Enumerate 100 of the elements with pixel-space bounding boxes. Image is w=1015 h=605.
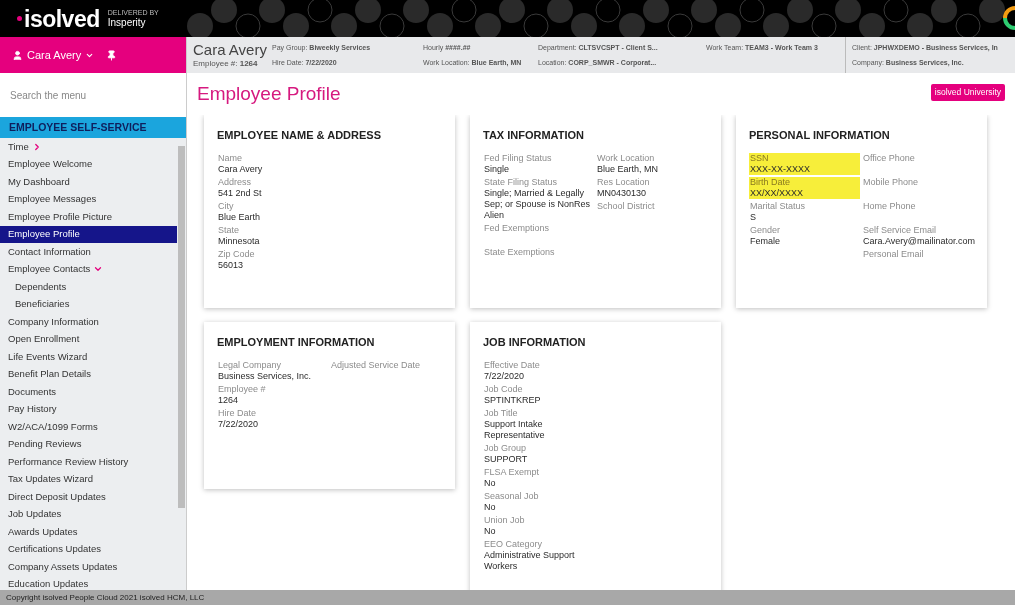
field-value: Blue Earth: [218, 212, 262, 223]
menu-item[interactable]: Certifications Updates: [0, 540, 177, 558]
menu-item[interactable]: Employee Profile: [0, 225, 177, 243]
field-label: Adjusted Service Date: [331, 360, 422, 371]
field-label: Mobile Phone: [863, 177, 920, 188]
field-label: Work Location: [597, 153, 656, 164]
field-value: Administrative Support Workers: [484, 550, 576, 572]
field-label: Union Job: [484, 515, 526, 526]
field-value: 1264: [218, 395, 240, 406]
card-title: EMPLOYMENT INFORMATION: [217, 335, 376, 349]
menu-item[interactable]: Pay History: [0, 400, 177, 418]
field-value: No: [484, 526, 497, 537]
field-value: Single; Married & Legally Sep; or Spouse is NonRes Alien: [484, 188, 592, 221]
logo: isolved: [24, 5, 100, 32]
field-value: Cara.Avery@mailinator.com: [863, 236, 976, 247]
field-value: 56013: [218, 260, 245, 271]
field-value: 7/22/2020: [484, 371, 526, 382]
field-label: Hire Date: [218, 408, 257, 419]
menu-item[interactable]: Employee Profile Picture: [0, 208, 177, 226]
field-value: Business Services, Inc.: [218, 371, 313, 382]
menu-item[interactable]: Employee Welcome: [0, 155, 177, 173]
field-value: Cara Avery: [218, 164, 264, 175]
field-label: Marital Status: [750, 201, 807, 212]
field-label: Office Phone: [863, 153, 916, 164]
field-label: Fed Exemptions: [484, 223, 551, 234]
field-value: XX/XX/XXXX: [750, 188, 805, 199]
field-label: Address: [218, 177, 253, 188]
card-title: EMPLOYEE NAME & ADDRESS: [217, 128, 382, 142]
field-label: Seasonal Job: [484, 491, 540, 502]
copyright-text: Copyright isolved People Cloud 2021 isolved HCM, LLC: [6, 591, 205, 604]
search-field[interactable]: Search the menu: [0, 73, 186, 117]
field-label: Job Title: [484, 408, 519, 419]
menu-item[interactable]: Documents: [0, 383, 177, 401]
menu-item[interactable]: Open Enrollment: [0, 330, 177, 348]
menu-item[interactable]: Employee Messages: [0, 190, 177, 208]
scrollbar[interactable]: [178, 146, 185, 508]
field-value: No: [484, 502, 497, 513]
pin-icon[interactable]: [106, 49, 118, 61]
card-title: JOB INFORMATION: [483, 335, 587, 349]
field-label: Effective Date: [484, 360, 541, 371]
employee-name: Cara Avery: [193, 41, 268, 58]
field-value: Blue Earth, MN: [597, 164, 660, 175]
page-title: Employee Profile: [197, 83, 341, 105]
menu-item[interactable]: Awards Updates: [0, 523, 177, 541]
menu-item[interactable]: My Dashboard: [0, 173, 177, 191]
field-value: 7/22/2020: [218, 419, 260, 430]
ring-logo-icon: [1001, 5, 1015, 31]
field-value: Minnesota: [218, 236, 261, 247]
menu-item[interactable]: Performance Review History: [0, 453, 177, 471]
field-label: State Exemptions: [484, 247, 556, 258]
field-label: School District: [597, 201, 656, 212]
field-label: Employee #: [218, 384, 267, 395]
field-label: City: [218, 201, 235, 212]
field-label: Zip Code: [218, 249, 256, 260]
field-label: Fed Filing Status: [484, 153, 553, 164]
menu-item[interactable]: Job Updates: [0, 505, 177, 523]
menu-item[interactable]: Employee Contacts: [0, 260, 177, 278]
field-label: Job Code: [484, 384, 524, 395]
menu-item[interactable]: Direct Deposit Updates: [0, 488, 177, 506]
menu-item[interactable]: Dependents: [0, 278, 177, 296]
menu-item[interactable]: Beneficiaries: [0, 295, 177, 313]
menu-item[interactable]: Company Information: [0, 313, 177, 331]
menu-item[interactable]: Time: [0, 138, 177, 156]
field-label: State Filing Status: [484, 177, 559, 188]
menu-item[interactable]: Life Events Wizard: [0, 348, 177, 366]
field-value: No: [484, 478, 497, 489]
section-header: EMPLOYEE SELF-SERVICE: [0, 117, 186, 138]
university-button[interactable]: isolved University: [930, 84, 1005, 101]
field-label: Res Location: [597, 177, 651, 188]
menu-item[interactable]: Education Updates: [0, 575, 177, 593]
field-label: EEO Category: [484, 539, 544, 550]
field-value: SPTINTKREP: [484, 395, 542, 406]
field-label: State: [218, 225, 240, 236]
field-value: MN0430130: [597, 188, 648, 199]
card-title: PERSONAL INFORMATION: [749, 128, 891, 142]
field-label: Personal Email: [863, 249, 925, 260]
field-label: Home Phone: [863, 201, 917, 212]
partner-logo: Insperity: [107, 16, 147, 29]
field-label: SSN: [750, 153, 770, 164]
menu-item[interactable]: Company Assets Updates: [0, 558, 177, 576]
field-label: Self Service Email: [863, 225, 938, 236]
menu-item[interactable]: W2/ACA/1099 Forms: [0, 418, 177, 436]
field-value: 541 2nd St: [218, 188, 263, 199]
field-value: XXX-XX-XXXX: [750, 164, 812, 175]
field-label: Name: [218, 153, 243, 164]
menu-item[interactable]: Tax Updates Wizard: [0, 470, 177, 488]
employee-number: Employee #: 1264: [193, 58, 259, 69]
field-label: Legal Company: [218, 360, 283, 371]
card-title: TAX INFORMATION: [483, 128, 586, 142]
field-value: Female: [750, 236, 781, 247]
field-value: Single: [484, 164, 511, 175]
menu-item[interactable]: Pending Reviews: [0, 435, 177, 453]
menu-item[interactable]: Benefit Plan Details: [0, 365, 177, 383]
field-label: FLSA Exempt: [484, 467, 541, 478]
field-value: Support Intake Representative: [484, 419, 546, 441]
user-icon: [12, 49, 23, 61]
field-value: S: [750, 212, 757, 223]
user-menu-button[interactable]: Cara Avery: [12, 46, 95, 64]
menu-item[interactable]: Contact Information: [0, 243, 177, 261]
field-label: Birth Date: [750, 177, 792, 188]
